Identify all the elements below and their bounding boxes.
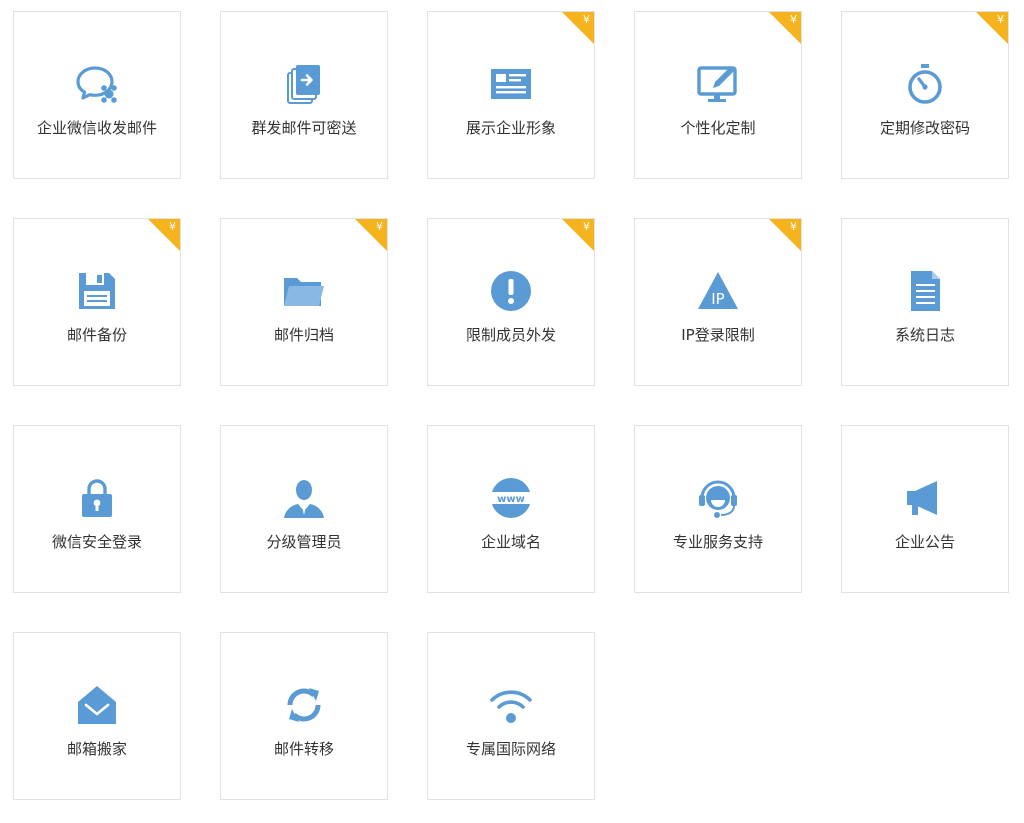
feature-card-label: 个性化定制 bbox=[680, 119, 756, 137]
feature-card-label: 限制成员外发 bbox=[465, 326, 556, 344]
business-card-icon bbox=[428, 62, 594, 106]
forward-documents-icon bbox=[221, 62, 387, 106]
premium-badge: ¥ bbox=[562, 12, 594, 44]
house-mail-icon bbox=[14, 683, 180, 727]
feature-card-9[interactable]: IP IP登录限制 ¥ bbox=[634, 218, 802, 386]
feature-card-16[interactable]: 邮箱搬家 bbox=[13, 632, 181, 800]
feature-card-label: 展示企业形象 bbox=[465, 119, 556, 137]
stopwatch-icon bbox=[842, 62, 1008, 106]
feature-card-10[interactable]: 系统日志 bbox=[841, 218, 1009, 386]
feature-card-label: 邮件转移 bbox=[273, 740, 334, 758]
svg-text:IP: IP bbox=[711, 290, 724, 308]
feature-card-label: 群发邮件可密送 bbox=[251, 119, 357, 137]
floppy-disk-icon bbox=[14, 269, 180, 313]
premium-badge: ¥ bbox=[148, 219, 180, 251]
feature-card-label: IP登录限制 bbox=[681, 326, 755, 344]
feature-card-11[interactable]: 微信安全登录 bbox=[13, 425, 181, 593]
feature-card-label: 分级管理员 bbox=[266, 533, 342, 551]
yen-icon: ¥ bbox=[997, 13, 1004, 26]
premium-badge: ¥ bbox=[769, 12, 801, 44]
feature-card-4[interactable]: 个性化定制 ¥ bbox=[634, 11, 802, 179]
feature-card-label: 企业公告 bbox=[894, 533, 955, 551]
premium-badge: ¥ bbox=[355, 219, 387, 251]
feature-card-17[interactable]: 邮件转移 bbox=[220, 632, 388, 800]
yen-icon: ¥ bbox=[583, 220, 590, 233]
megaphone-icon bbox=[842, 476, 1008, 520]
premium-badge: ¥ bbox=[976, 12, 1008, 44]
feature-card-7[interactable]: 邮件归档 ¥ bbox=[220, 218, 388, 386]
feature-card-label: 专业服务支持 bbox=[672, 533, 763, 551]
feature-card-label: 邮箱搬家 bbox=[66, 740, 127, 758]
feature-card-14[interactable]: 专业服务支持 bbox=[634, 425, 802, 593]
feature-card-2[interactable]: 群发邮件可密送 bbox=[220, 11, 388, 179]
monitor-pen-icon bbox=[635, 62, 801, 106]
yen-icon: ¥ bbox=[790, 220, 797, 233]
feature-card-label: 邮件归档 bbox=[273, 326, 334, 344]
feature-card-5[interactable]: 定期修改密码 ¥ bbox=[841, 11, 1009, 179]
feature-card-label: 邮件备份 bbox=[66, 326, 127, 344]
feature-card-label: 企业域名 bbox=[480, 533, 541, 551]
exclamation-icon bbox=[428, 269, 594, 313]
feature-card-6[interactable]: 邮件备份 ¥ bbox=[13, 218, 181, 386]
feature-card-13[interactable]: www 企业域名 bbox=[427, 425, 595, 593]
feature-card-label: 企业微信收发邮件 bbox=[36, 119, 157, 137]
premium-badge: ¥ bbox=[562, 219, 594, 251]
svg-text:www: www bbox=[497, 494, 525, 505]
sync-arrows-icon bbox=[221, 683, 387, 727]
headset-icon bbox=[635, 476, 801, 520]
wifi-icon bbox=[428, 683, 594, 727]
feature-card-label: 定期修改密码 bbox=[879, 119, 970, 137]
document-icon bbox=[842, 269, 1008, 313]
feature-grid: 企业微信收发邮件 群发邮件可密送 展示企业形象 ¥ 个性化定制 ¥ 定期修改密码 ¥ 邮件备份 ¥… bbox=[0, 0, 1024, 823]
user-icon bbox=[221, 476, 387, 520]
yen-icon: ¥ bbox=[376, 220, 383, 233]
feature-card-3[interactable]: 展示企业形象 ¥ bbox=[427, 11, 595, 179]
feature-card-12[interactable]: 分级管理员 bbox=[220, 425, 388, 593]
lock-icon bbox=[14, 476, 180, 520]
feature-card-label: 系统日志 bbox=[894, 326, 955, 344]
yen-icon: ¥ bbox=[583, 13, 590, 26]
feature-card-8[interactable]: 限制成员外发 ¥ bbox=[427, 218, 595, 386]
feature-card-18[interactable]: 专属国际网络 bbox=[427, 632, 595, 800]
feature-card-15[interactable]: 企业公告 bbox=[841, 425, 1009, 593]
feature-card-label: 专属国际网络 bbox=[465, 740, 556, 758]
feature-card-label: 微信安全登录 bbox=[51, 533, 142, 551]
feature-card-1[interactable]: 企业微信收发邮件 bbox=[13, 11, 181, 179]
www-globe-icon: www bbox=[428, 476, 594, 520]
premium-badge: ¥ bbox=[769, 219, 801, 251]
chat-bubbles-icon bbox=[14, 62, 180, 106]
folder-icon bbox=[221, 269, 387, 313]
yen-icon: ¥ bbox=[790, 13, 797, 26]
ip-warning-icon: IP bbox=[635, 269, 801, 313]
yen-icon: ¥ bbox=[169, 220, 176, 233]
